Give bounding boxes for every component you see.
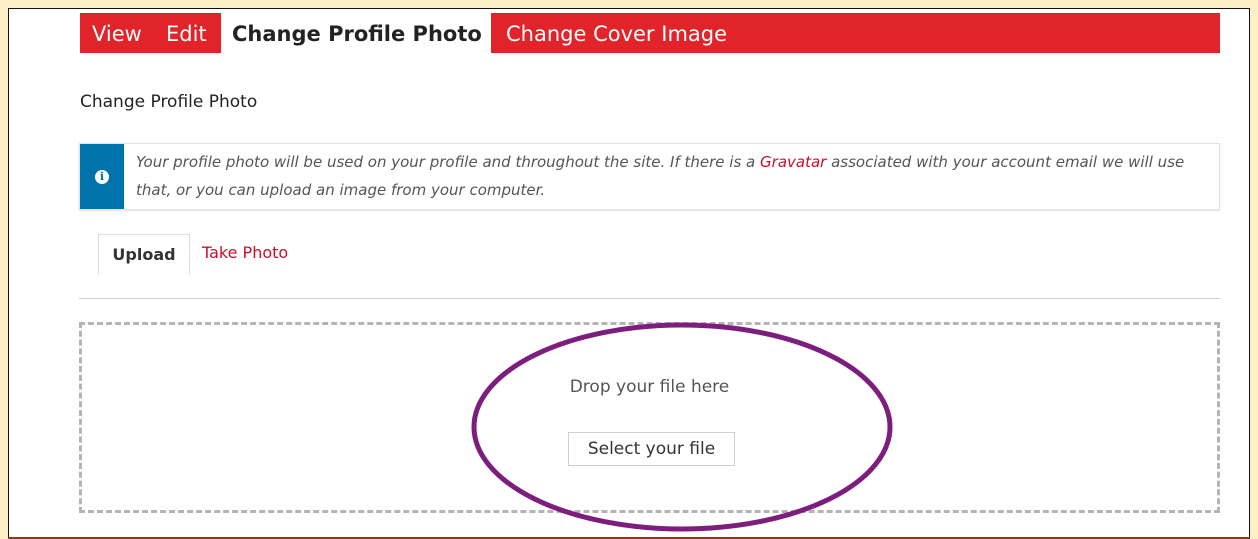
drop-file-label: Drop your file here [569,377,730,397]
tab-change-cover-image[interactable]: Change Cover Image [506,13,727,53]
tab-edit[interactable]: Edit [166,13,207,53]
tab-upload[interactable]: Upload [98,234,190,275]
profile-tab-bar: View Edit Change Profile Photo Change Co… [80,13,1220,53]
select-file-button[interactable]: Select your file [568,432,735,466]
info-message: Your profile photo will be used on your … [136,148,1216,204]
info-text-before: Your profile photo will be used on your … [136,153,761,171]
info-icon: i [95,170,109,184]
section-title: Change Profile Photo [80,92,258,112]
info-notice: i Your profile photo will be used on you… [79,143,1220,210]
tab-take-photo[interactable]: Take Photo [202,241,288,265]
tabs-divider [79,298,1220,299]
info-accent-bar: i [80,144,124,209]
tab-change-profile-photo[interactable]: Change Profile Photo [221,13,491,53]
file-drop-zone[interactable]: Drop your file here Select your file [79,322,1220,513]
gravatar-link[interactable]: Gravatar [760,153,826,171]
tab-view[interactable]: View [92,13,142,53]
